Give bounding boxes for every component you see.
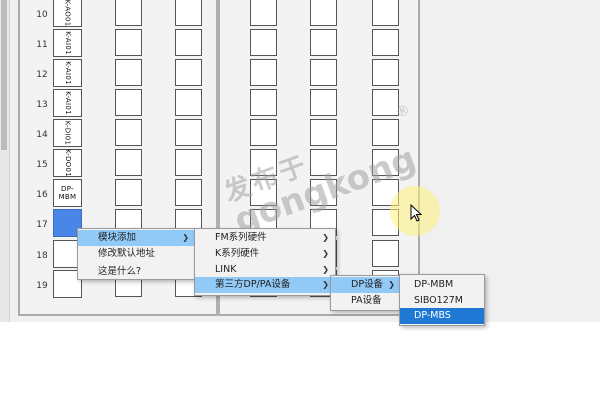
- empty-slot[interactable]: [310, 29, 337, 56]
- empty-slot[interactable]: [175, 89, 202, 116]
- module-label: K-DO01: [63, 149, 72, 177]
- submenu-module-types: FM系列硬件 ❯ K系列硬件 ❯ LINK ❯ 第三方DP/PA设备 ❯: [194, 228, 336, 296]
- empty-slot[interactable]: [372, 240, 399, 267]
- empty-slot[interactable]: [250, 29, 277, 56]
- menu-item-link[interactable]: LINK ❯: [195, 262, 335, 278]
- menu-item-module-add[interactable]: 模块添加 ❯: [78, 230, 195, 246]
- module-label: K-DI01: [63, 120, 72, 146]
- empty-slot[interactable]: [115, 89, 142, 116]
- row-number: 16: [36, 190, 48, 200]
- menu-item-label: DP-MBM: [414, 279, 454, 290]
- menu-item-label: SIBO127M: [414, 295, 463, 306]
- empty-slot[interactable]: [115, 119, 142, 146]
- menu-item-label: K系列硬件: [215, 248, 260, 259]
- module-slot[interactable]: K-DO01: [53, 149, 82, 177]
- menu-item-label: DP设备: [351, 279, 384, 290]
- module-label: K-AI01: [63, 31, 72, 55]
- menu-item-label: LINK: [215, 264, 237, 275]
- empty-slot[interactable]: [115, 29, 142, 56]
- empty-slot[interactable]: [175, 119, 202, 146]
- row-number: 15: [36, 160, 48, 170]
- row-number: 19: [36, 281, 48, 291]
- mouse-pointer-icon: [410, 204, 423, 222]
- scrollbar-thumb[interactable]: [1, 0, 7, 150]
- row-number: 18: [36, 251, 48, 261]
- empty-slot[interactable]: [175, 179, 202, 206]
- empty-slot[interactable]: [310, 59, 337, 86]
- empty-slot[interactable]: [175, 59, 202, 86]
- menu-item-dp-device[interactable]: DP设备 ❯: [331, 277, 401, 293]
- empty-slot[interactable]: [115, 179, 142, 206]
- empty-slot[interactable]: [310, 0, 337, 26]
- row-number: 17: [36, 220, 48, 230]
- row-number: 13: [36, 100, 48, 110]
- menu-item-label: 这是什么?: [98, 266, 142, 277]
- module-slot[interactable]: K-AO01: [53, 0, 82, 27]
- empty-slot[interactable]: [372, 0, 399, 26]
- empty-slot[interactable]: [115, 59, 142, 86]
- empty-slot[interactable]: [250, 59, 277, 86]
- menu-item-whats-this[interactable]: 这是什么?: [78, 264, 195, 280]
- menu-item-sibo127m[interactable]: SIBO127M: [400, 293, 484, 309]
- chevron-right-icon: ❯: [388, 280, 395, 289]
- module-slot[interactable]: K-AI01: [53, 89, 82, 117]
- module-slot[interactable]: K-AI01: [53, 29, 82, 57]
- context-menu: 模块添加 ❯ 修改默认地址 这是什么?: [77, 228, 196, 280]
- menu-item-label: DP-MBS: [414, 310, 451, 321]
- submenu-third-party: DP设备 ❯ PA设备: [330, 275, 402, 311]
- empty-slot[interactable]: [175, 149, 202, 176]
- row-number: 14: [36, 130, 48, 140]
- empty-slot[interactable]: [372, 29, 399, 56]
- menu-item-label: FM系列硬件: [215, 232, 267, 243]
- canvas-bottom-area: [0, 322, 600, 397]
- menu-item-label: 修改默认地址: [98, 248, 156, 259]
- module-label: K-AO01: [63, 0, 72, 27]
- chevron-right-icon: ❯: [322, 249, 329, 258]
- module-label: K-AI01: [63, 61, 72, 85]
- module-slot[interactable]: K-AI01: [53, 59, 82, 87]
- empty-slot[interactable]: [250, 89, 277, 116]
- chevron-right-icon: ❯: [322, 233, 329, 242]
- empty-slot[interactable]: [115, 149, 142, 176]
- menu-item-dp-mbs[interactable]: DP-MBS: [400, 308, 484, 324]
- submenu-dp-devices: DP-MBM SIBO127M DP-MBS: [399, 274, 485, 326]
- module-label: K-AI01: [63, 91, 72, 115]
- row-number: 11: [36, 40, 48, 50]
- menu-item-change-default-address[interactable]: 修改默认地址: [78, 246, 195, 262]
- empty-slot[interactable]: [175, 29, 202, 56]
- module-label: DP-MBM: [58, 185, 77, 201]
- menu-item-pa-device[interactable]: PA设备: [331, 293, 401, 309]
- empty-slot[interactable]: [175, 0, 202, 26]
- menu-item-label: PA设备: [351, 295, 382, 306]
- chevron-right-icon: ❯: [182, 233, 189, 242]
- menu-item-fm-series[interactable]: FM系列硬件 ❯: [195, 230, 335, 246]
- menu-item-dp-mbm[interactable]: DP-MBM: [400, 277, 484, 293]
- empty-slot[interactable]: [250, 119, 277, 146]
- chevron-right-icon: ❯: [322, 265, 329, 274]
- menu-item-third-party-dp-pa[interactable]: 第三方DP/PA设备 ❯: [195, 277, 335, 293]
- empty-slot[interactable]: [250, 0, 277, 26]
- empty-slot[interactable]: [372, 59, 399, 86]
- row-number: 12: [36, 70, 48, 80]
- menu-item-label: 模块添加: [98, 232, 137, 243]
- row-number: 10: [36, 10, 48, 20]
- module-slot[interactable]: DP-MBM: [53, 179, 82, 207]
- menu-item-k-series[interactable]: K系列硬件 ❯: [195, 246, 335, 262]
- module-slot[interactable]: K-DI01: [53, 119, 82, 147]
- menu-item-label: 第三方DP/PA设备: [215, 279, 291, 290]
- empty-slot[interactable]: [115, 0, 142, 26]
- empty-slot[interactable]: [310, 89, 337, 116]
- chevron-right-icon: ❯: [322, 280, 329, 289]
